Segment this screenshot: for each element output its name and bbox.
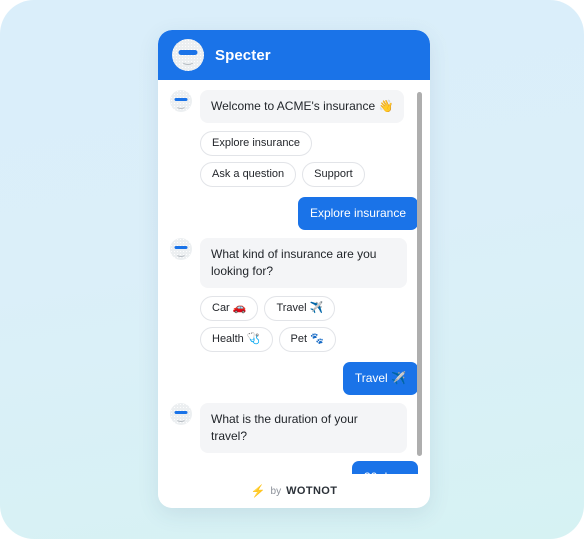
lightning-bolt-icon: ⚡ <box>250 484 266 498</box>
avatar-smile <box>181 57 195 65</box>
quick-reply-group: Car 🚗 Travel ✈️ Health 🩺 Pet 🐾 <box>200 296 405 352</box>
stethoscope-icon: 🩺 <box>246 333 261 345</box>
message-row-user: Explore insurance <box>170 197 418 230</box>
avatar-smile <box>176 251 186 257</box>
chip-label: Health <box>212 333 244 345</box>
robot-avatar-icon <box>170 238 192 260</box>
footer-brand-name: WOTNOT <box>286 485 338 497</box>
chip-label: Travel <box>276 302 307 314</box>
widget-footer: ⚡ by WOTNOT <box>158 474 430 508</box>
quick-reply-chip[interactable]: Health 🩺 <box>200 327 273 352</box>
car-icon: 🚗 <box>232 302 247 314</box>
scrollbar-thumb[interactable] <box>417 92 422 456</box>
avatar-visor <box>174 410 188 414</box>
avatar-smile <box>176 416 186 422</box>
quick-reply-chip[interactable]: Explore insurance <box>200 131 313 156</box>
bot-message-bubble: What kind of insurance are you looking f… <box>200 238 407 288</box>
quick-reply-chip[interactable]: Car 🚗 <box>200 296 259 321</box>
avatar-visor <box>178 50 198 55</box>
bot-message-bubble: What is the duration of your travel? <box>200 403 407 453</box>
avatar-smile <box>176 103 186 109</box>
chat-header: Specter <box>158 30 430 80</box>
message-row-bot: What kind of insurance are you looking f… <box>170 238 418 288</box>
avatar-visor <box>174 245 188 249</box>
message-row-user: Travel ✈️ <box>170 362 418 395</box>
quick-reply-group: Explore insurance Ask a question Support <box>200 131 405 187</box>
chip-label: Car <box>212 302 230 314</box>
bot-message-bubble: Welcome to ACME's insurance 👋 <box>200 90 405 123</box>
robot-avatar-icon <box>170 90 192 112</box>
chat-widget: Specter Welcome to ACME's insurance 👋 Ex… <box>158 30 430 508</box>
chip-label: Pet <box>290 333 308 345</box>
avatar-texture <box>170 90 192 112</box>
message-row-bot: Welcome to ACME's insurance 👋 <box>170 90 418 123</box>
message-row-bot: What is the duration of your travel? <box>170 403 418 453</box>
avatar-texture <box>172 39 204 71</box>
robot-avatar-icon <box>172 39 204 71</box>
scrollbar-track[interactable] <box>417 86 426 468</box>
page-background: Specter Welcome to ACME's insurance 👋 Ex… <box>0 0 584 539</box>
quick-reply-chip[interactable]: Ask a question <box>200 162 297 187</box>
quick-reply-chip[interactable]: Support <box>302 162 365 187</box>
user-message-bubble: Travel ✈️ <box>342 362 418 395</box>
avatar-texture <box>170 403 192 425</box>
quick-reply-chip[interactable]: Travel ✈️ <box>264 296 336 321</box>
avatar-visor <box>174 97 188 101</box>
user-message-bubble: Explore insurance <box>297 197 418 230</box>
paw-print-icon: 🐾 <box>310 333 324 345</box>
footer-by-label: by <box>270 485 282 497</box>
quick-reply-chip[interactable]: Pet 🐾 <box>278 327 336 352</box>
robot-avatar-icon <box>170 403 192 425</box>
airplane-icon: ✈️ <box>309 302 324 314</box>
message-list: Welcome to ACME's insurance 👋 Explore in… <box>158 80 430 474</box>
avatar-texture <box>170 238 192 260</box>
chat-title: Specter <box>215 46 271 64</box>
message-row-user: 30 days <box>170 461 418 474</box>
user-message-bubble: 30 days <box>351 461 418 474</box>
